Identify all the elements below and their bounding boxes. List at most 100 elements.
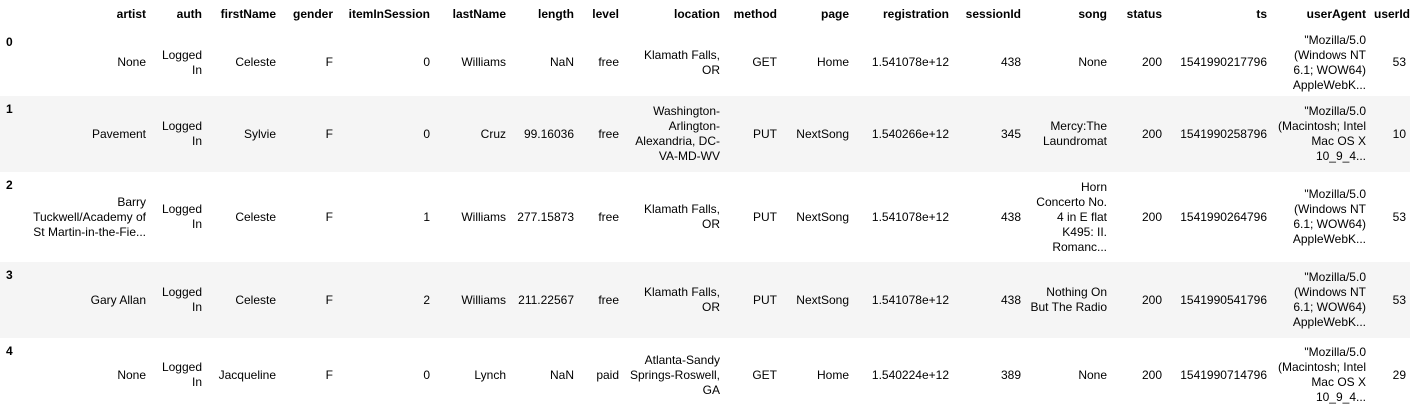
cell-method: GET — [752, 55, 777, 69]
column-header-ts: ts — [1256, 7, 1267, 21]
cell-registration: 1.541078e+12 — [871, 292, 949, 307]
cell-firstname: Celeste — [235, 55, 276, 69]
cell-level: paid — [596, 367, 619, 382]
cell-page: NextSong — [796, 209, 849, 224]
cell-song: Nothing On But The Radio — [1030, 285, 1108, 314]
cell-location: Washington-Arlington-Alexandria, DC-VA-M… — [635, 104, 720, 163]
cell-auth: Logged In — [161, 47, 202, 77]
cell-iteminsession: 1 — [423, 209, 430, 224]
column-header-length: length — [538, 7, 574, 21]
cell-artist: Barry Tuckwell/Academy of St Martin-in-t… — [33, 194, 146, 239]
cell-useragent: "Mozilla/5.0 (Windows NT 6.1; WOW64) App… — [1292, 187, 1366, 246]
cell-artist: Pavement — [91, 126, 146, 141]
column-header-level: level — [592, 7, 619, 21]
cell-page: Home — [816, 55, 849, 69]
cell-auth: Logged In — [161, 360, 202, 389]
cell-sessionid: 438 — [1000, 55, 1021, 69]
table-row: 1 Pavement Logged In Sylvie F 0 Cruz 99.16036 fr… — [0, 96, 1410, 172]
cell-userid: 53 — [1392, 55, 1406, 69]
cell-useragent: "Mozilla/5.0 (Windows NT 6.1; WOW64) App… — [1292, 32, 1366, 92]
cell-method: GET — [752, 367, 777, 382]
cell-status: 200 — [1141, 126, 1162, 141]
cell-lastname: Lynch — [474, 367, 506, 382]
cell-gender: F — [325, 367, 333, 382]
cell-userid: 29 — [1392, 367, 1406, 382]
row-index: 4 — [6, 344, 13, 358]
cell-iteminsession: 0 — [423, 126, 430, 141]
cell-page: Home — [816, 367, 849, 382]
cell-ts: 1541990217796 — [1180, 55, 1267, 69]
cell-userid: 10 — [1392, 126, 1406, 141]
cell-firstname: Celeste — [235, 292, 276, 307]
cell-registration: 1.541078e+12 — [871, 55, 949, 69]
column-header-location: location — [673, 7, 720, 21]
cell-ts: 1541990541796 — [1180, 292, 1267, 307]
cell-useragent: "Mozilla/5.0 (Macintosh; Intel Mac OS X … — [1277, 345, 1366, 404]
cell-iteminsession: 2 — [423, 292, 430, 307]
cell-song: Horn Concerto No. 4 in E flat K495: II. … — [1036, 179, 1107, 254]
cell-status: 200 — [1141, 367, 1162, 382]
column-header-method: method — [733, 7, 777, 21]
cell-length: 211.22567 — [518, 292, 574, 307]
cell-registration: 1.540266e+12 — [871, 126, 949, 141]
cell-ts: 1541990264796 — [1180, 209, 1267, 224]
column-header-sessionid: sessionId — [965, 7, 1021, 21]
cell-registration: 1.541078e+12 — [871, 209, 949, 224]
column-header-lastname: lastName — [452, 7, 506, 21]
cell-gender: F — [325, 209, 333, 224]
cell-ts: 1541990258796 — [1180, 126, 1267, 141]
cell-auth: Logged In — [161, 202, 202, 231]
cell-artist: Gary Allan — [90, 292, 146, 307]
cell-sessionid: 345 — [1000, 126, 1021, 141]
column-header-gender: gender — [292, 7, 333, 21]
cell-status: 200 — [1141, 55, 1162, 69]
cell-song: Mercy:The Laundromat — [1042, 119, 1107, 148]
cell-auth: Logged In — [161, 285, 202, 314]
cell-auth: Logged In — [161, 119, 202, 148]
cell-sessionid: 438 — [1000, 292, 1021, 307]
cell-method: PUT — [753, 126, 777, 141]
table-row: 3 Gary Allan Logged In Celeste F 2 Williams 211… — [0, 262, 1410, 338]
cell-location: Klamath Falls, OR — [643, 47, 720, 77]
cell-gender: F — [325, 292, 333, 307]
column-header-status: status — [1126, 7, 1162, 21]
cell-method: PUT — [753, 292, 777, 307]
cell-gender: F — [325, 55, 333, 69]
dataframe-table: artist auth firstName gender itemInSessi… — [0, 0, 1410, 412]
cell-firstname: Sylvie — [243, 126, 276, 141]
cell-level: free — [598, 55, 619, 69]
table-row: 4 None Logged In Jacqueline F 0 Lynch NaN paid At… — [0, 338, 1410, 412]
cell-length: NaN — [549, 55, 574, 69]
cell-lastname: Williams — [461, 55, 506, 69]
cell-ts: 1541990714796 — [1180, 367, 1267, 382]
column-header-userid: userId — [1374, 7, 1410, 21]
row-index: 2 — [6, 178, 13, 192]
cell-level: free — [598, 126, 619, 141]
cell-artist: None — [117, 55, 146, 69]
column-header-useragent: userAgent — [1306, 7, 1366, 21]
column-header-registration: registration — [882, 7, 949, 21]
cell-location: Klamath Falls, OR — [643, 285, 720, 314]
cell-firstname: Celeste — [235, 209, 276, 224]
column-header-artist: artist — [116, 7, 146, 21]
cell-level: free — [598, 209, 619, 224]
cell-status: 200 — [1141, 292, 1162, 307]
cell-userid: 53 — [1392, 209, 1406, 224]
cell-lastname: Williams — [461, 292, 506, 307]
cell-song: None — [1078, 367, 1107, 382]
cell-method: PUT — [753, 209, 777, 224]
column-header-auth: auth — [176, 7, 202, 21]
column-header-song: song — [1078, 7, 1107, 21]
cell-useragent: "Mozilla/5.0 (Windows NT 6.1; WOW64) App… — [1292, 270, 1366, 329]
cell-location: Klamath Falls, OR — [643, 202, 720, 231]
cell-iteminsession: 0 — [423, 55, 430, 69]
column-header-page: page — [820, 7, 849, 21]
header-row: artist auth firstName gender itemInSessi… — [0, 0, 1410, 29]
table-body: 0 None Logged In Celeste F 0 Williams NaN free Kl… — [0, 29, 1410, 412]
cell-song: None — [1078, 55, 1107, 69]
cell-page: NextSong — [796, 126, 849, 141]
table-row: 0 None Logged In Celeste F 0 Williams NaN free Kl… — [0, 29, 1410, 96]
table-row: 2 Barry Tuckwell/Academy of St Martin-in-… — [0, 172, 1410, 262]
column-header-iteminsession: itemInSession — [348, 7, 430, 21]
cell-firstname: Jacqueline — [218, 367, 276, 382]
